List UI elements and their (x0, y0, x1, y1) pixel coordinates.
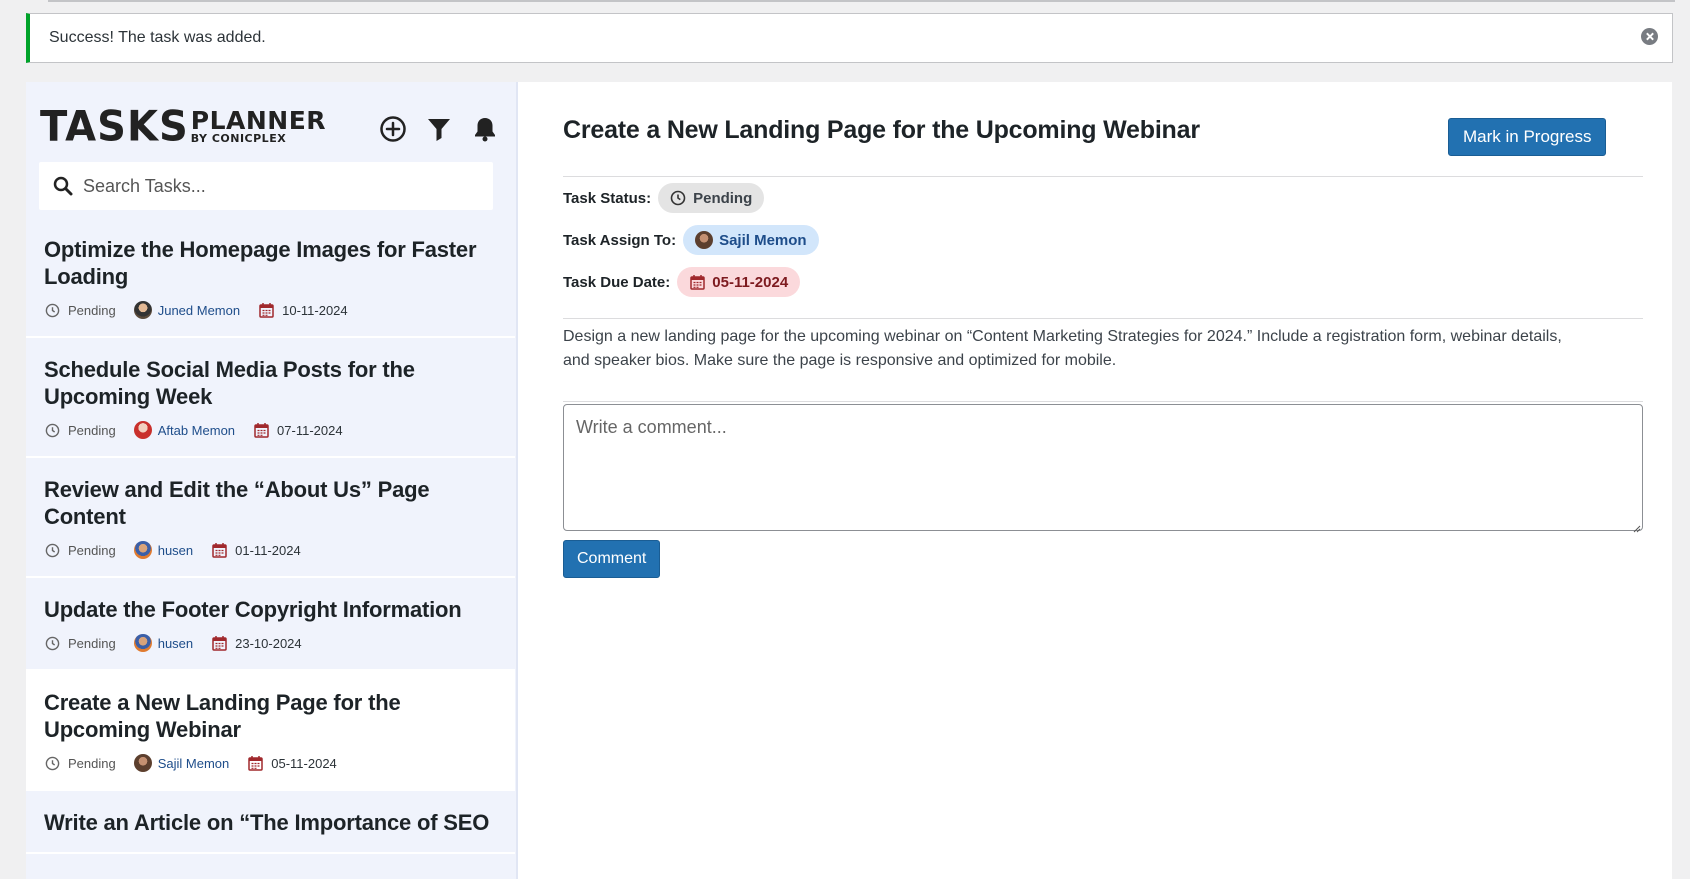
task-title: Create a New Landing Page for the Upcomi… (44, 690, 401, 742)
task-item[interactable]: Optimize the Homepage Images for Faster … (26, 218, 515, 338)
task-assignee: Sajil Memon (157, 755, 230, 771)
task-due-date: 01-11-2024 (235, 542, 301, 558)
divider (563, 176, 1643, 177)
task-due-label: Task Due Date: (563, 273, 671, 291)
task-status-label: Task Status: (563, 189, 652, 207)
calendar-icon (253, 422, 269, 438)
clock-icon (44, 542, 60, 558)
resize-handle-icon[interactable] (1633, 520, 1641, 533)
task-meta: Pending Sajil Memon 05-11-2024 (44, 753, 497, 773)
task-assignee: husen (157, 635, 194, 651)
task-assignee: Juned Memon (157, 302, 241, 318)
task-title: Schedule Social Media Posts for the Upco… (44, 357, 415, 409)
calendar-icon (258, 302, 274, 318)
task-item-active[interactable]: Create a New Landing Page for the Upcomi… (26, 671, 515, 791)
page-title: Create a New Landing Page for the Upcomi… (563, 116, 1200, 144)
task-due-field: Task Due Date: 05-11-2024 (563, 267, 801, 297)
clock-icon (44, 302, 60, 318)
bell-icon[interactable] (470, 114, 500, 144)
task-assign-label: Task Assign To: (563, 231, 677, 249)
top-border (48, 0, 1675, 2)
task-assignee: Aftab Memon (157, 422, 236, 438)
task-meta: Pending Juned Memon 10-11-2024 (44, 300, 497, 320)
due-date-value: 05-11-2024 (712, 273, 789, 291)
avatar (133, 301, 152, 319)
avatar (133, 754, 152, 772)
toolbar (378, 114, 500, 144)
due-date-badge: 05-11-2024 (677, 267, 801, 297)
logo: TASKS PLANNER BY CONICPLEX (40, 102, 327, 152)
avatar (133, 634, 152, 652)
divider (563, 318, 1643, 319)
task-assign-field: Task Assign To: Sajil Memon (563, 225, 819, 255)
filter-icon[interactable] (424, 114, 454, 144)
task-item[interactable]: Review and Edit the “About Us” Page Cont… (26, 458, 515, 578)
task-title: Review and Edit the “About Us” Page Cont… (44, 477, 430, 529)
task-due-date: 07-11-2024 (277, 422, 343, 438)
comment-button[interactable]: Comment (563, 540, 661, 578)
status-badge: Pending (658, 183, 765, 213)
task-meta: Pending Aftab Memon 07-11-2024 (44, 420, 497, 440)
task-title: Optimize the Homepage Images for Faster … (44, 237, 477, 289)
task-item[interactable]: Write an Article on “The Importance of S… (26, 791, 515, 854)
tasks-planner-app: TASKS PLANNER BY CONICPLEX Search Tasks.… (26, 82, 1672, 879)
calendar-icon (211, 542, 227, 558)
close-icon[interactable] (1641, 28, 1658, 45)
task-list: Optimize the Homepage Images for Faster … (26, 218, 515, 854)
assignee-value: Sajil Memon (719, 231, 807, 249)
logo-byline: BY CONICPLEX (190, 132, 287, 145)
sidebar: TASKS PLANNER BY CONICPLEX Search Tasks.… (26, 82, 518, 879)
task-due-date: 10-11-2024 (282, 302, 348, 318)
calendar-icon (689, 274, 705, 290)
logo-tasks: TASKS (40, 102, 189, 152)
task-due-date: 05-11-2024 (271, 755, 337, 771)
avatar (695, 231, 714, 249)
avatar (133, 421, 152, 439)
search-input[interactable] (83, 175, 483, 197)
clock-icon (44, 755, 60, 771)
task-status-field: Task Status: Pending (563, 183, 765, 213)
divider (563, 401, 1643, 402)
notice-text: Success! The task was added. (49, 29, 266, 46)
calendar-icon (211, 635, 227, 651)
mark-in-progress-button[interactable]: Mark in Progress (1448, 118, 1607, 156)
task-meta: Pending husen 01-11-2024 (44, 540, 497, 560)
task-due-date: 23-10-2024 (235, 635, 302, 651)
task-item[interactable]: Update the Footer Copyright Information … (26, 578, 515, 671)
task-title: Update the Footer Copyright Information (44, 597, 462, 622)
clock-icon (44, 635, 60, 651)
search-icon (53, 176, 73, 196)
task-status: Pending (68, 755, 116, 771)
status-value: Pending (693, 189, 753, 207)
add-icon[interactable] (378, 114, 408, 144)
success-notice: Success! The task was added. (26, 13, 1673, 63)
task-description: Design a new landing page for the upcomi… (563, 328, 1562, 369)
task-meta: Pending husen 23-10-2024 (44, 633, 497, 653)
avatar (133, 541, 152, 559)
task-status: Pending (68, 422, 116, 438)
task-title: Write an Article on “The Importance of S… (44, 810, 490, 835)
search-box (39, 162, 493, 210)
task-assignee: husen (157, 542, 194, 558)
comment-input[interactable] (563, 404, 1643, 531)
calendar-icon (247, 755, 263, 771)
assignee-badge: Sajil Memon (683, 225, 819, 255)
clock-icon (44, 422, 60, 438)
clock-icon (670, 190, 686, 206)
task-status: Pending (68, 542, 116, 558)
task-status: Pending (68, 635, 116, 651)
task-item[interactable]: Schedule Social Media Posts for the Upco… (26, 338, 515, 458)
task-status: Pending (68, 302, 116, 318)
logo-planner: PLANNER (190, 106, 327, 135)
